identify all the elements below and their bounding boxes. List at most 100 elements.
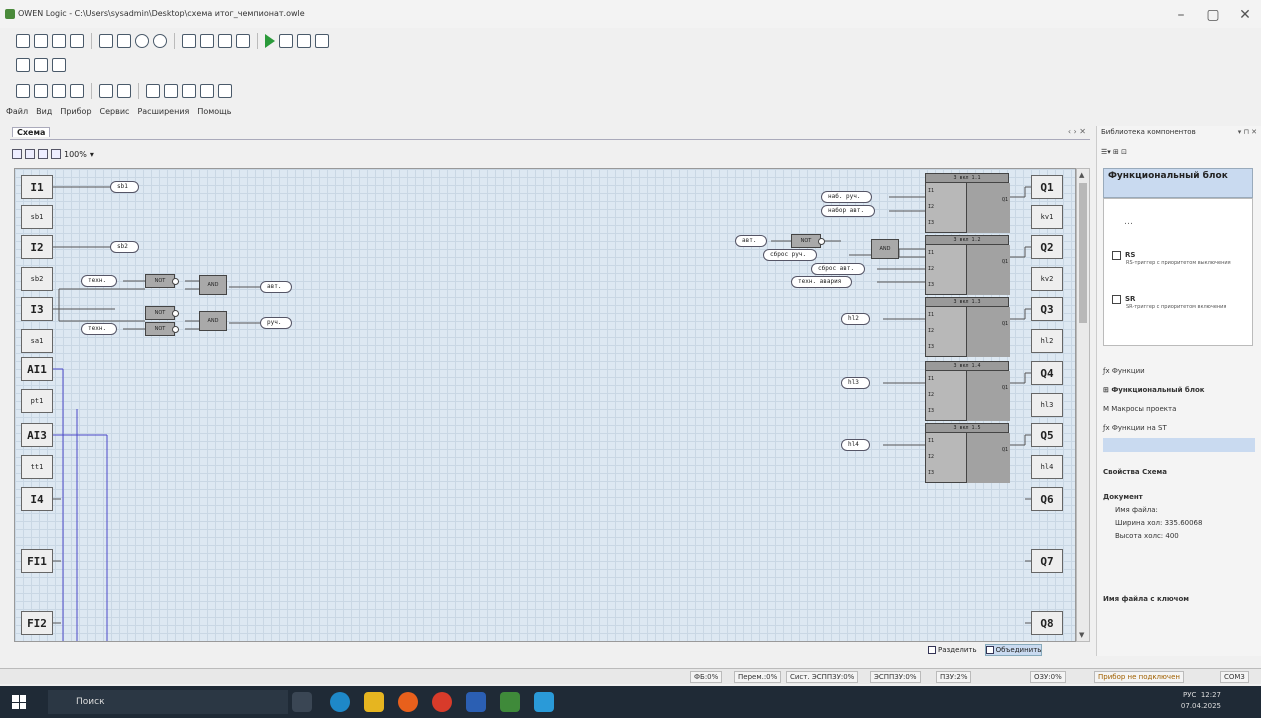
yandex-icon[interactable] [432, 692, 452, 712]
output-var-hl4[interactable]: hl4 [1031, 455, 1063, 479]
paste-icon[interactable] [117, 34, 131, 48]
input-var-pt1[interactable]: pt1 [21, 389, 53, 413]
run-simulation-icon[interactable] [265, 34, 275, 48]
layout-icon[interactable] [34, 58, 48, 72]
schema-canvas[interactable]: I1 sb1 I2 sb2 I3 sa1 AI1 pt1 AI3 tt1 I4 … [14, 168, 1076, 642]
menu-service[interactable]: Сервис [100, 107, 130, 121]
edge-icon[interactable] [330, 692, 350, 712]
not-gate[interactable]: NOT [145, 306, 179, 320]
zoom-dropdown-icon[interactable]: ▾ [90, 150, 94, 159]
system-tray[interactable]: РУС 12:27 07.04.2025 [1181, 690, 1221, 712]
input-pin-ai3[interactable]: AI3 [21, 423, 53, 447]
panel-pin-icon[interactable]: ▾ ⊓ ✕ [1238, 128, 1257, 136]
input-pin-i2[interactable]: I2 [21, 235, 53, 259]
canvas-vertical-scrollbar[interactable]: ▲ ▼ [1076, 168, 1090, 642]
align-bottom-icon[interactable] [117, 84, 131, 98]
output-var-kv2[interactable]: kv2 [1031, 267, 1063, 291]
output-var-hl2[interactable]: hl2 [1031, 329, 1063, 353]
merge-button[interactable]: Объединить [984, 644, 1043, 656]
zoom-level[interactable]: 100% [64, 150, 87, 159]
grid-icon[interactable] [16, 58, 30, 72]
library-toolbar-icons[interactable]: ☰▾ ⊞ ⊡ [1101, 148, 1127, 156]
category-project-macros[interactable]: M Макросы проекта [1103, 400, 1255, 419]
word-icon[interactable] [466, 692, 486, 712]
print-icon[interactable] [70, 34, 84, 48]
not-gate[interactable]: NOT [145, 322, 179, 336]
and-gate[interactable]: AND [871, 239, 899, 259]
scroll-thumb[interactable] [1079, 183, 1087, 323]
function-block[interactable]: 3 вкл 1.3 I1 I2 I3 Q1 [925, 297, 1010, 357]
input-pin-i1[interactable]: I1 [21, 175, 53, 199]
tab-schema[interactable]: Схема [12, 127, 51, 137]
device-icon[interactable] [182, 34, 196, 48]
split-button[interactable]: Разделить [928, 644, 977, 656]
undo-icon[interactable] [135, 34, 149, 48]
align-center-icon[interactable] [52, 84, 66, 98]
input-var-sb1[interactable]: sb1 [21, 205, 53, 229]
input-var-tt1[interactable]: tt1 [21, 455, 53, 479]
category-st-functions[interactable]: ƒx Функции на ST [1103, 419, 1255, 438]
distribute-h-icon[interactable] [146, 84, 160, 98]
var-hl2[interactable]: hl2 [841, 313, 870, 325]
output-pin-q6[interactable]: Q6 [1031, 487, 1063, 511]
fullscreen-icon[interactable] [52, 58, 66, 72]
tab-nav-icon[interactable]: ‹ › ✕ [1068, 127, 1086, 136]
var-avt-out[interactable]: авт. [260, 281, 293, 293]
var-sb1[interactable]: sb1 [110, 181, 139, 193]
menu-extensions[interactable]: Расширения [137, 107, 189, 121]
com-port[interactable]: COM3 [1220, 671, 1249, 683]
not-gate[interactable]: NOT [791, 234, 825, 248]
align-right-icon[interactable] [70, 84, 84, 98]
var-ruch-out[interactable]: руч. [260, 317, 293, 329]
function-y-icon[interactable] [200, 84, 214, 98]
output-pin-q4[interactable]: Q4 [1031, 361, 1063, 385]
copy-icon[interactable] [99, 34, 113, 48]
stop-icon[interactable] [279, 34, 293, 48]
output-pin-q7[interactable]: Q7 [1031, 549, 1063, 573]
maximize-button[interactable]: ▢ [1198, 6, 1228, 24]
library-item-rs[interactable]: RS RS-триггер с приоритетом выключения [1112, 251, 1231, 266]
zoom-fit-icon[interactable] [38, 149, 48, 159]
menu-device[interactable]: Прибор [60, 107, 91, 121]
function-block[interactable]: 3 вкл 1.2 I1 I2 I3 Q1 [925, 235, 1010, 295]
output-var-kv1[interactable]: kv1 [1031, 205, 1063, 229]
and-gate[interactable]: AND [199, 311, 227, 331]
output-pin-q8[interactable]: Q8 [1031, 611, 1063, 635]
menu-file[interactable]: Файл [6, 107, 28, 121]
library-item-sr[interactable]: SR SR-триггер с приоритетом включения [1112, 295, 1226, 310]
function-x-icon[interactable] [182, 84, 196, 98]
network-icon[interactable] [297, 34, 311, 48]
input-pin-fi1[interactable]: FI1 [21, 549, 53, 573]
grid-toggle-icon[interactable] [12, 149, 22, 159]
write-device-icon[interactable] [218, 34, 232, 48]
and-gate[interactable]: AND [199, 275, 227, 295]
align-top-icon[interactable] [99, 84, 113, 98]
menu-view[interactable]: Вид [36, 107, 52, 121]
category-function-block[interactable]: ⊞ Функциональный блок [1103, 381, 1255, 400]
function-block[interactable]: 3 вкл 1.4 I1 I2 I3 Q1 [925, 361, 1010, 421]
var-hl3[interactable]: hl3 [841, 377, 870, 389]
output-pin-q2[interactable]: Q2 [1031, 235, 1063, 259]
zoom-out-icon[interactable] [51, 149, 61, 159]
paint-icon[interactable] [534, 692, 554, 712]
windows-start-icon[interactable] [12, 695, 26, 709]
input-var-sb2[interactable]: sb2 [21, 267, 53, 291]
input-pin-ai1[interactable]: AI1 [21, 357, 53, 381]
zoom-in-icon[interactable] [25, 149, 35, 159]
scroll-up-icon[interactable]: ▲ [1079, 171, 1084, 179]
explorer-icon[interactable] [364, 692, 384, 712]
var-tech-2[interactable]: техн. [81, 323, 118, 335]
not-gate[interactable]: NOT [145, 274, 179, 288]
output-var-hl3[interactable]: hl3 [1031, 393, 1063, 417]
task-view-icon[interactable] [292, 692, 312, 712]
align-left-icon[interactable] [34, 84, 48, 98]
new-file-icon[interactable] [16, 34, 30, 48]
menu-help[interactable]: Помощь [197, 107, 231, 121]
scroll-down-icon[interactable]: ▼ [1079, 631, 1084, 639]
compare-icon[interactable] [236, 34, 250, 48]
device-status[interactable]: Прибор не подключен [1094, 671, 1184, 683]
properties-group[interactable]: Документ [1103, 491, 1255, 504]
var-tech-1[interactable]: техн. [81, 275, 118, 287]
input-pin-i3[interactable]: I3 [21, 297, 53, 321]
distribute-v-icon[interactable] [164, 84, 178, 98]
